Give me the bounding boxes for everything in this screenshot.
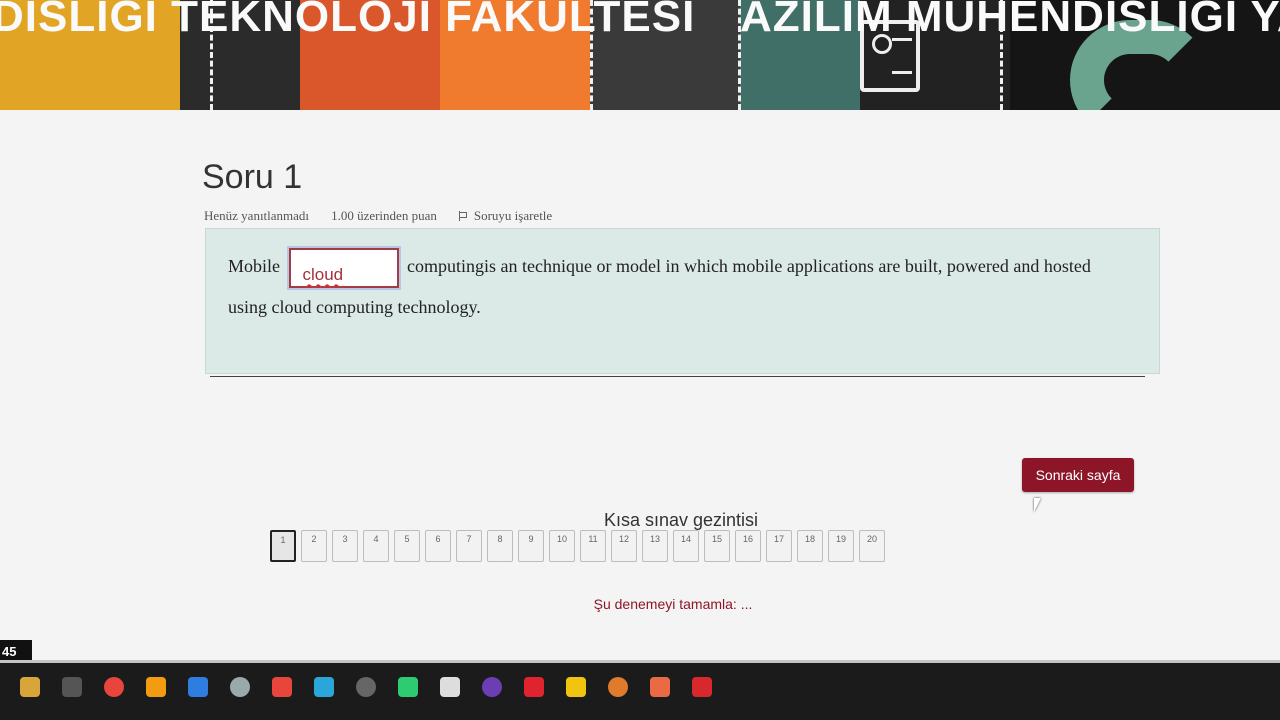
obs-icon[interactable]: [440, 677, 460, 697]
quiz-nav-button[interactable]: 17: [766, 530, 792, 562]
vscode-icon[interactable]: [188, 677, 208, 697]
quiz-nav-button[interactable]: 16: [735, 530, 761, 562]
quiz-navigation-title: Kısa sınav gezintisi: [603, 510, 759, 530]
quiz-nav-button[interactable]: 5: [394, 530, 420, 562]
terminal-icon[interactable]: [356, 677, 376, 697]
divider: [210, 376, 1145, 377]
store-icon[interactable]: [62, 677, 82, 697]
chrome-icon[interactable]: [104, 677, 124, 697]
chrome-icon[interactable]: [272, 677, 292, 697]
banner-title-right: AZILIM MÜHENDISLIGI YAZIL: [740, 0, 1280, 41]
finish-attempt-link[interactable]: Şu denemeyi tamamla: ...: [0, 596, 1280, 612]
quiz-nav-button[interactable]: 9: [518, 530, 544, 562]
whatsapp-icon[interactable]: [398, 677, 418, 697]
quiz-nav-button[interactable]: 19: [828, 530, 854, 562]
quiz-nav-button[interactable]: 18: [797, 530, 823, 562]
question-points: 1.00 üzerinden puan: [331, 208, 437, 223]
quiz-page: Soru 1 Henüz yanıtlanmadı 1.00 üzerinden…: [0, 110, 1280, 660]
quiz-nav-button[interactable]: 15: [704, 530, 730, 562]
question-content: Mobile cloud computingis an technique or…: [205, 228, 1160, 374]
paint-icon[interactable]: [566, 677, 586, 697]
quiz-nav-button[interactable]: 11: [580, 530, 606, 562]
quiz-nav-button[interactable]: 12: [611, 530, 637, 562]
quiz-nav-button[interactable]: 20: [859, 530, 885, 562]
file-manager-icon[interactable]: [20, 677, 40, 697]
acrobat-icon[interactable]: [692, 677, 712, 697]
banner-title-left: DISLIGI TEKNOLOJI FAKULTESI: [0, 0, 696, 41]
question-info: Henüz yanıtlanmadı 1.00 üzerinden puan S…: [204, 208, 552, 224]
question-text-before: Mobile: [228, 256, 280, 276]
quiz-nav-button[interactable]: 10: [549, 530, 575, 562]
quiz-nav-button[interactable]: 13: [642, 530, 668, 562]
quiz-nav-button[interactable]: 6: [425, 530, 451, 562]
question-text: Mobile cloud computingis an technique or…: [228, 245, 1128, 326]
banner: DISLIGI TEKNOLOJI FAKULTESI AZILIM MÜHEN…: [0, 0, 1280, 110]
cursor-icon[interactable]: [230, 677, 250, 697]
quiz-nav-button[interactable]: 14: [673, 530, 699, 562]
flag-question-label: Soruyu işaretle: [473, 208, 553, 223]
phone-icon[interactable]: [314, 677, 334, 697]
quiz-nav-button[interactable]: 7: [456, 530, 482, 562]
next-page-button[interactable]: Sonraki sayfa: [1022, 458, 1134, 492]
ubuntu-icon[interactable]: [650, 677, 670, 697]
taskbar-icons: [20, 677, 712, 697]
quiz-nav-button[interactable]: 2: [301, 530, 327, 562]
app-icon[interactable]: [608, 677, 628, 697]
answer-input[interactable]: cloud: [286, 245, 401, 290]
quiz-navigation: 1 2 3 4 5 6 7 8 9 10 11 12 13 14 15 16 17 18 19 20: [270, 530, 885, 562]
opera-icon[interactable]: [524, 677, 544, 697]
question-title: Soru 1: [202, 158, 303, 196]
quiz-nav-button[interactable]: 3: [332, 530, 358, 562]
vlc-icon[interactable]: [146, 677, 166, 697]
quiz-nav-button[interactable]: 4: [363, 530, 389, 562]
quiz-nav-button[interactable]: 1: [270, 530, 296, 562]
taskbar: [0, 660, 1280, 720]
flag-icon: [458, 211, 468, 221]
visual-studio-icon[interactable]: [482, 677, 502, 697]
quiz-nav-button[interactable]: 8: [487, 530, 513, 562]
flag-question-link[interactable]: Soruyu işaretle: [458, 208, 553, 224]
question-status: Henüz yanıtlanmadı: [204, 208, 310, 223]
